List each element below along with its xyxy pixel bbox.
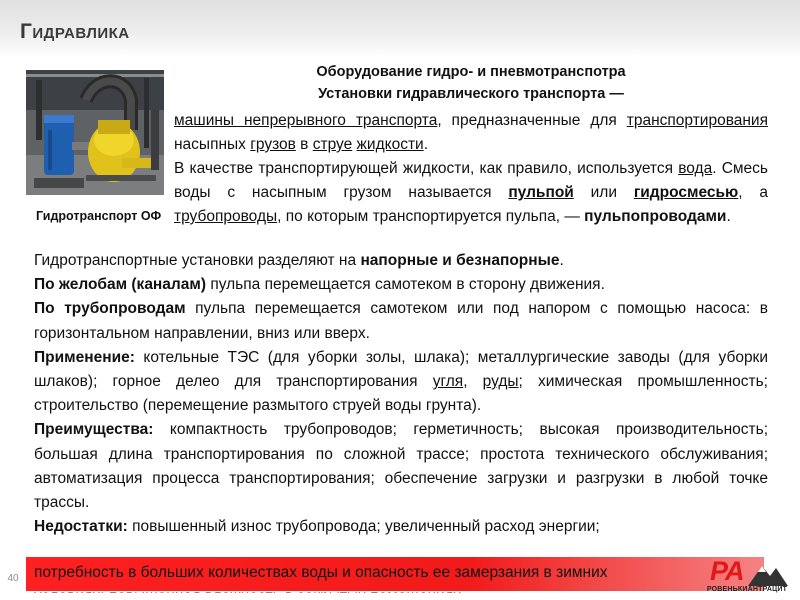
slide-title: Гидравлика (20, 20, 130, 43)
term-pipelines: По трубопроводам (34, 300, 186, 318)
link-liquid[interactable]: жидкости (357, 136, 424, 153)
text-fragment: , а (738, 184, 769, 201)
link-stream[interactable]: струе (313, 136, 353, 153)
text-fragment: . (423, 136, 429, 153)
company-logo: PA РОВЕНЬКИАНТРАЦИТ (698, 556, 796, 596)
text-fragment: Гидротранспортные установки разделяют на (34, 252, 361, 269)
text-fragment: , предназначенные для (437, 112, 627, 129)
text-fragment: . (559, 252, 564, 269)
hydrotransport-photo (26, 70, 164, 195)
text-fragment: насыпных (174, 136, 251, 153)
link-ore[interactable]: руды (483, 373, 519, 390)
text-fragment: . (726, 208, 731, 225)
overflow-line: потребность в больших количествах воды и… (34, 564, 608, 581)
intro-paragraph-fluid: В качестве транспортирующей жидкости, ка… (174, 157, 768, 229)
paragraph-advantages: Преимущества: компактность трубопроводов… (34, 418, 768, 515)
paragraph-classification: Гидротранспортные установки разделяют на… (34, 249, 768, 273)
photo-caption: Гидротранспорт ОФ (36, 209, 162, 223)
logo-mark: PA (710, 556, 745, 586)
section-heading: Установки гидравлического транспорта — (318, 86, 624, 102)
link-water[interactable]: вода (678, 160, 712, 177)
link-hydromixture[interactable]: гидросмесью (634, 184, 738, 201)
intro-paragraph-definition: машины непрерывного транспорта, предназн… (174, 109, 768, 157)
term-advantages: Преимущества: (34, 421, 154, 439)
slide-subtitle: Оборудование гидро- и пневмотранспотра (316, 64, 626, 80)
link-transportation[interactable]: транспортирования (627, 112, 768, 129)
text-fragment: В качестве транспортирующей жидкости, ка… (174, 160, 679, 177)
term-disadvantages: Недостатки: (34, 518, 128, 536)
paragraph-disadvantages: Недостатки: повышенный износ трубопровод… (34, 515, 768, 539)
link-cargo[interactable]: грузов (250, 136, 296, 153)
mountain-icon (748, 566, 788, 586)
logo-text: РОВЕНЬКИАНТРАЦИТ (706, 586, 788, 593)
slide-header: Гидравлика (0, 0, 800, 58)
text-fragment: в (295, 136, 313, 153)
term-channels: По желобам (каналам) (34, 276, 207, 294)
page-number: 40 (7, 573, 19, 584)
text-fragment: , по которым транспортируется пульпа, — (277, 208, 585, 225)
link-pipelines[interactable]: трубопроводы (174, 208, 277, 225)
link-coal[interactable]: угля (433, 373, 464, 390)
paragraph-channels: По желобам (каналам) пульпа перемещается… (34, 273, 768, 297)
paragraph-pipelines: По трубопроводам пульпа перемещается сам… (34, 297, 768, 345)
text-fragment: повышенный износ трубопровода; увеличенн… (127, 518, 600, 536)
term-pulp-pipelines: пульпопроводами (584, 208, 727, 225)
footer-strip (0, 593, 800, 600)
intro-text: машины непрерывного транспорта, предназн… (174, 109, 768, 229)
hydrotransport-equipment-image (26, 70, 164, 195)
text-fragment: или (573, 184, 634, 201)
text-fragment: пульпа перемещается самотеком в сторону … (206, 276, 605, 294)
main-text: Гидротранспортные установки разделяют на… (34, 249, 768, 539)
link-continuous-transport[interactable]: машины непрерывного транспорта (174, 112, 437, 129)
term-application: Применение: (34, 348, 135, 366)
paragraph-application: Применение: котельные ТЭС (для уборки зо… (34, 346, 768, 419)
term-pressure-types: напорные и безнапорные (360, 252, 560, 269)
text-fragment: , (463, 373, 483, 391)
link-pulp[interactable]: пульпой (508, 184, 574, 201)
